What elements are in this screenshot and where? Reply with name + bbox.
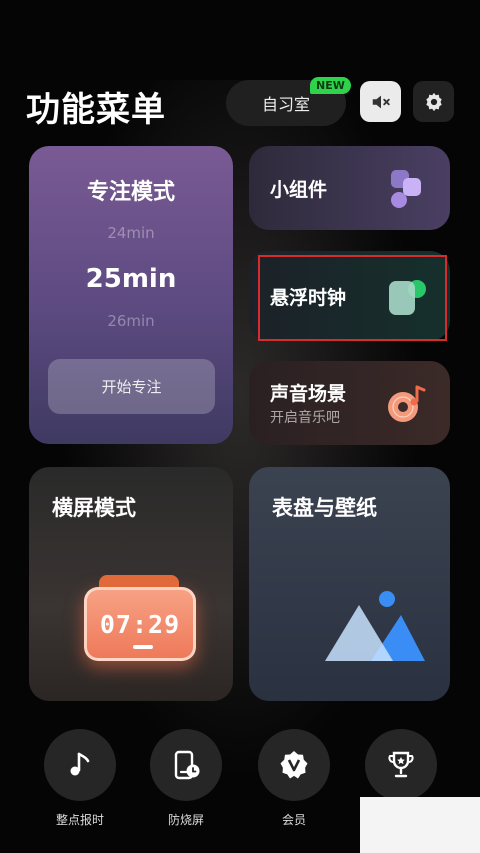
mute-button[interactable] [360,81,401,122]
clock-indicator-bar [133,645,153,649]
vip-badge-icon [280,751,308,779]
hourly-chime-circle [44,729,116,801]
burn-in-protect-button[interactable]: 防烧屏 [149,729,223,828]
sound-scene-label: 声音场景 [270,383,347,405]
hourly-chime-label: 整点报时 [55,813,104,827]
vip-circle [258,729,330,801]
new-badge: NEW [310,77,351,94]
time-option-prev[interactable]: 24min [29,224,233,242]
trophy-icon [388,751,414,778]
achievements-circle [365,729,437,801]
vip-button[interactable]: 会员 [257,729,331,828]
dial-wallpaper-label: 表盘与壁纸 [272,496,377,520]
time-option-current[interactable]: 25min [29,264,233,294]
focus-mode-card[interactable]: 专注模式 24min 25min 26min 开始专注 [29,146,233,444]
sound-scene-card[interactable]: 声音场景 开启音乐吧 [249,361,450,445]
widgets-label: 小组件 [270,179,328,201]
settings-button[interactable] [413,81,454,122]
start-focus-button[interactable]: 开始专注 [48,359,215,414]
start-focus-label: 开始专注 [101,378,162,396]
burn-in-protect-label: 防烧屏 [167,813,204,827]
study-room-label: 自习室 [261,95,310,114]
vip-label: 会员 [281,813,306,827]
landscape-mode-label: 横屏模式 [52,496,136,520]
music-note-icon [70,752,90,776]
mountain-image-icon [325,591,425,661]
hourly-chime-button[interactable]: 整点报时 [43,729,117,828]
volume-mute-icon [372,95,390,108]
music-record-icon [388,385,426,422]
burn-in-protect-circle [150,729,222,801]
gear-icon [425,92,442,111]
clock-preview: 07:29 [84,587,196,661]
sound-scene-subtitle: 开启音乐吧 [270,410,340,426]
clock-preview-time: 07:29 [99,609,181,639]
time-option-next[interactable]: 26min [29,312,233,330]
phone-clock-icon [174,750,200,780]
floating-clock-highlight [258,255,447,341]
dial-wallpaper-card[interactable]: 表盘与壁纸 [249,467,450,701]
landscape-mode-card[interactable]: 横屏模式 07:29 [29,467,233,701]
watermark-overlay [360,797,480,853]
focus-mode-title: 专注模式 [86,180,175,205]
widgets-icon [391,170,421,208]
page-title: 功能菜单 [26,90,166,130]
widgets-card[interactable]: 小组件 [249,146,450,230]
